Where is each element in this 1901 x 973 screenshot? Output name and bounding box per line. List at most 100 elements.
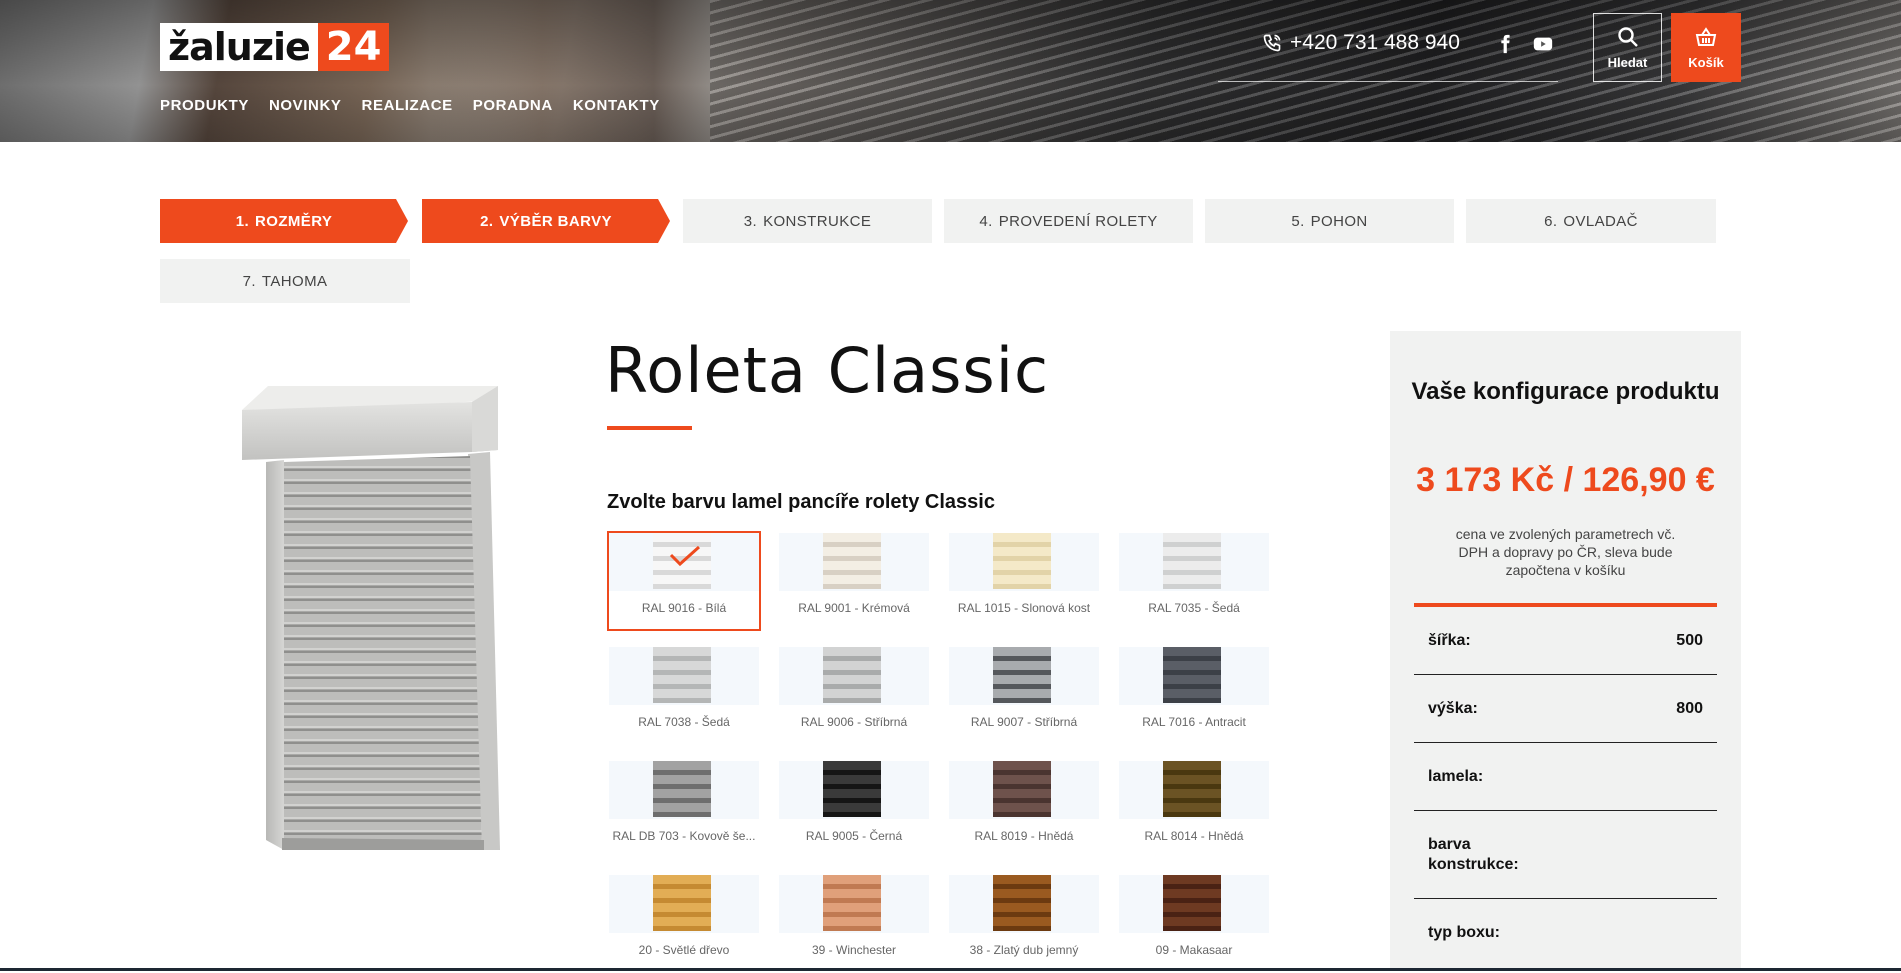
step-6-ovladac[interactable]: 6. OVLADAČ [1466, 199, 1716, 243]
swatch-chip [1163, 647, 1221, 703]
color-swatch-ral-7016[interactable]: RAL 7016 - Antracit [1117, 645, 1271, 745]
step-label: TAHOMA [261, 272, 328, 290]
swatch-label: 09 - Makasaar [1155, 943, 1233, 957]
swatch-chip [653, 761, 711, 817]
site-logo[interactable]: žaluzie 24 [160, 23, 390, 71]
phone-number: +420 731 488 940 [1290, 31, 1460, 54]
config-row-label: barva konstrukce: [1428, 835, 1519, 873]
title-underline [607, 426, 692, 430]
step-number: 6. [1544, 212, 1558, 230]
swatch-label: 20 - Světlé dřevo [638, 943, 730, 957]
step-5-pohon[interactable]: 5. POHON [1205, 199, 1454, 243]
product-image-roller-shutter [242, 386, 500, 850]
step-number: 1. [235, 212, 250, 230]
header-divider [1218, 81, 1558, 82]
check-icon [669, 545, 701, 567]
step-number: 7. [242, 272, 256, 290]
color-swatch-ral-db703[interactable]: RAL DB 703 - Kovově še... [607, 759, 761, 859]
color-swatch-ral-9007[interactable]: RAL 9007 - Stříbrná [947, 645, 1101, 745]
color-swatch-zlaty-dub[interactable]: 38 - Zlatý dub jemný [947, 873, 1101, 973]
color-swatch-ral-9001[interactable]: RAL 9001 - Krémová [777, 531, 931, 631]
color-swatch-ral-1015[interactable]: RAL 1015 - Slonová kost [947, 531, 1101, 631]
swatch-chip [993, 647, 1051, 703]
basket-icon [1695, 27, 1717, 46]
swatch-chip [823, 647, 881, 703]
color-swatch-winchester[interactable]: 39 - Winchester [777, 873, 931, 973]
color-swatch-ral-9005[interactable]: RAL 9005 - Černá [777, 759, 931, 859]
color-swatch-ral-8014[interactable]: RAL 8014 - Hnědá [1117, 759, 1271, 859]
color-swatch-makasaar[interactable]: 09 - Makasaar [1117, 873, 1271, 973]
color-swatch-ral-7038[interactable]: RAL 7038 - Šedá [607, 645, 761, 745]
search-button-label: Hledat [1607, 55, 1648, 70]
product-title: Roleta Classic [605, 334, 1050, 407]
config-row-label: lamela: [1428, 767, 1484, 785]
step-7-tahoma[interactable]: 7. TAHOMA [160, 259, 410, 303]
swatch-chip [993, 533, 1051, 589]
cart-button[interactable]: Košík [1671, 13, 1741, 82]
youtube-icon[interactable] [1532, 33, 1554, 55]
config-row-vyska: výška: 800 [1414, 675, 1717, 743]
nav-item-produkty[interactable]: PRODUKTY [160, 97, 249, 114]
swatch-chip [823, 875, 881, 931]
swatch-chip [823, 533, 881, 589]
step-label: KONSTRUKCE [763, 212, 872, 230]
config-row-typ-boxu: typ boxu: [1414, 899, 1717, 967]
phone-icon [1263, 34, 1281, 52]
swatch-label: RAL 8019 - Hnědá [974, 829, 1074, 843]
step-label: VÝBĚR BARVY [499, 212, 612, 230]
swatch-chip [1163, 875, 1221, 931]
nav-item-poradna[interactable]: PORADNA [473, 97, 553, 114]
step-3-konstrukce[interactable]: 3. KONSTRUKCE [683, 199, 932, 243]
swatch-label: RAL 7035 - Šedá [1148, 601, 1240, 615]
config-row-barva-konstrukce: barva konstrukce: [1414, 811, 1717, 899]
nav-item-novinky[interactable]: NOVINKY [269, 97, 342, 114]
configuration-title: Vaše konfigurace produktu [1411, 378, 1720, 405]
phone-link[interactable]: +420 731 488 940 [1262, 31, 1460, 55]
step-label: ROZMĚRY [255, 212, 333, 230]
config-row-lamela: lamela: [1414, 743, 1717, 811]
swatch-chip [1163, 761, 1221, 817]
facebook-icon[interactable] [1494, 33, 1516, 55]
search-button[interactable]: Hledat [1593, 13, 1662, 82]
logo-word: žaluzie [160, 23, 318, 71]
swatch-label: RAL 9005 - Černá [805, 829, 903, 843]
color-swatch-ral-8019[interactable]: RAL 8019 - Hnědá [947, 759, 1101, 859]
social-links [1494, 33, 1554, 55]
swatch-chip [1163, 533, 1221, 589]
swatch-chip [993, 875, 1051, 931]
color-swatch-ral-9006[interactable]: RAL 9006 - Stříbrná [777, 645, 931, 745]
nav-item-kontakty[interactable]: KONTAKTY [573, 97, 660, 114]
swatch-label: RAL 9007 - Stříbrná [970, 715, 1078, 729]
step-label: PROVEDENÍ ROLETY [998, 212, 1158, 230]
swatch-chip [993, 761, 1051, 817]
swatch-label: RAL 7016 - Antracit [1142, 715, 1246, 729]
color-swatch-svetle-drevo[interactable]: 20 - Světlé dřevo [607, 873, 761, 973]
swatch-label: RAL DB 703 - Kovově še... [612, 829, 756, 843]
swatch-label: RAL 7038 - Šedá [638, 715, 730, 729]
step-1-rozmery[interactable]: 1. ROZMĚRY [160, 199, 408, 243]
swatch-label: RAL 8014 - Hnědá [1144, 829, 1244, 843]
search-icon [1617, 27, 1638, 47]
step-4-provedeni-rolety[interactable]: 4. PROVEDENÍ ROLETY [944, 199, 1193, 243]
step-label: POHON [1310, 212, 1368, 230]
main-nav: PRODUKTY NOVINKY REALIZACE PORADNA KONTA… [160, 97, 660, 114]
step-2-vyber-barvy[interactable]: 2. VÝBĚR BARVY [422, 199, 670, 243]
config-row-value: 500 [1676, 631, 1703, 649]
swatch-chip [823, 761, 881, 817]
swatch-label: RAL 9016 - Bílá [641, 601, 727, 615]
swatch-label: RAL 1015 - Slonová kost [957, 601, 1091, 615]
nav-item-realizace[interactable]: REALIZACE [362, 97, 453, 114]
config-row-sirka: šířka: 500 [1414, 607, 1717, 675]
step-number: 2. [480, 212, 494, 230]
step-number: 5. [1291, 212, 1305, 230]
color-section-heading: Zvolte barvu lamel pancíře rolety Classi… [607, 491, 995, 513]
color-swatch-ral-9016[interactable]: RAL 9016 - Bílá [607, 531, 761, 631]
config-row-label: typ boxu: [1428, 924, 1500, 941]
step-label: OVLADAČ [1563, 212, 1638, 230]
config-row-value: 800 [1676, 699, 1703, 717]
step-number: 3. [743, 212, 758, 230]
step-number: 4. [979, 212, 993, 230]
cart-button-label: Košík [1688, 55, 1724, 70]
configuration-price: 3 173 Kč / 126,90 € [1416, 461, 1715, 499]
color-swatch-ral-7035[interactable]: RAL 7035 - Šedá [1117, 531, 1271, 631]
